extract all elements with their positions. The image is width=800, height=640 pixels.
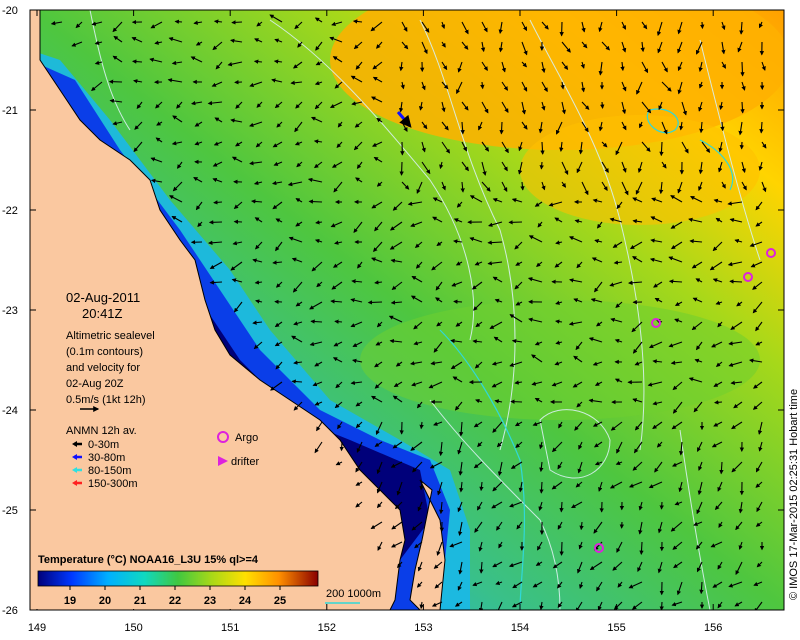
velocity-arrow [659, 141, 664, 157]
latitude-tick-label: -24 [2, 405, 18, 417]
velocity-arrow [480, 81, 485, 90]
velocity-arrow [213, 200, 223, 205]
altimetry-line: and velocity for [66, 362, 140, 374]
longitude-tick-label: 152 [318, 622, 336, 634]
colorbar-ramp [37, 570, 319, 587]
velocity-arrow [540, 141, 545, 155]
latitude-tick-label: -26 [2, 605, 18, 617]
date-label: 02-Aug-2011 [66, 290, 140, 305]
anmn-legend-label: 80-150m [88, 465, 131, 477]
latitude-tick-label: -20 [2, 5, 18, 17]
anmn-legend-label: 0-30m [88, 439, 119, 451]
longitude-tick-label: 149 [28, 622, 46, 634]
velocity-arrow [659, 601, 664, 610]
velocity-arrow [399, 161, 404, 176]
drifter-legend-label: drifter [231, 456, 259, 468]
colorbar-title: Temperature (°C) NOAA16_L3U 15% ql>=4 [38, 554, 259, 566]
latitude-tick-label: -21 [2, 105, 18, 117]
velocity-arrow [740, 101, 745, 114]
velocity-arrow [453, 299, 463, 304]
velocity-arrow [174, 19, 183, 24]
velocity-arrow [310, 319, 323, 324]
velocity-arrow [740, 61, 745, 77]
velocity-arrow [659, 501, 664, 510]
latitude-tick-label: -23 [2, 305, 18, 317]
colorbar-tick-label: 22 [169, 595, 181, 607]
velocity-arrow [231, 20, 243, 25]
sst-map: 149150151152153154155156157 -20-21-22-23… [2, 5, 800, 634]
velocity-arrow [559, 541, 564, 556]
velocity-arrow [714, 400, 723, 405]
anmn-title: ANMN 12h av. [66, 425, 137, 437]
longitude-tick-label: 156 [704, 622, 722, 634]
longitude-tick-label: 153 [414, 622, 432, 634]
argo-legend-label: Argo [235, 432, 258, 444]
altimetry-line: 0.5m/s (1kt 12h) [66, 394, 145, 406]
anmn-legend-label: 30-80m [88, 452, 125, 464]
velocity-arrow [334, 319, 343, 324]
velocity-arrow [339, 441, 344, 452]
velocity-arrow [539, 161, 544, 170]
longitude-tick-label: 155 [607, 622, 625, 634]
colorbar-tick-label: 19 [64, 595, 76, 607]
colorbar-tick-label: 21 [134, 595, 146, 607]
velocity-arrow [559, 501, 564, 513]
velocity-arrow [132, 59, 143, 64]
longitude-tick-label: 154 [511, 622, 529, 634]
velocity-arrow [600, 101, 605, 109]
velocity-arrow [729, 279, 743, 284]
depth-legend-label: 200 1000m [326, 588, 381, 600]
longitude-tick-label: 150 [124, 622, 142, 634]
colorbar-tick-label: 25 [274, 595, 286, 607]
velocity-arrow [720, 121, 725, 132]
anmn-legend-label: 150-300m [88, 478, 138, 490]
latitude-tick-label: -25 [2, 505, 18, 517]
credit-text: © IMOS 17-Mar-2015 02:25:31 Hobart time [788, 389, 800, 600]
velocity-arrow [499, 121, 504, 135]
velocity-arrow [367, 300, 383, 305]
velocity-arrow [639, 541, 644, 555]
velocity-arrow [308, 199, 323, 204]
colorbar: Temperature (°C) NOAA16_L3U 15% ql>=4 19… [33, 545, 322, 609]
colorbar-tick-label: 24 [239, 595, 252, 607]
altimetry-line: 02-Aug 20Z [66, 378, 124, 390]
velocity-arrow [700, 21, 705, 30]
longitude-tick-label: 151 [221, 622, 239, 634]
velocity-arrow [539, 481, 544, 494]
latitude-tick-label: -22 [2, 205, 18, 217]
colorbar-tick-label: 23 [204, 595, 216, 607]
velocity-arrow [209, 280, 223, 285]
velocity-arrow [291, 379, 303, 384]
altimetry-line: (0.1m contours) [66, 346, 143, 358]
altimetry-line: Altimetric sealevel [66, 330, 155, 342]
time-label: 20:41Z [82, 306, 123, 321]
velocity-arrow [253, 59, 263, 64]
velocity-arrow [510, 399, 523, 404]
colorbar-tick-label: 20 [99, 595, 111, 607]
